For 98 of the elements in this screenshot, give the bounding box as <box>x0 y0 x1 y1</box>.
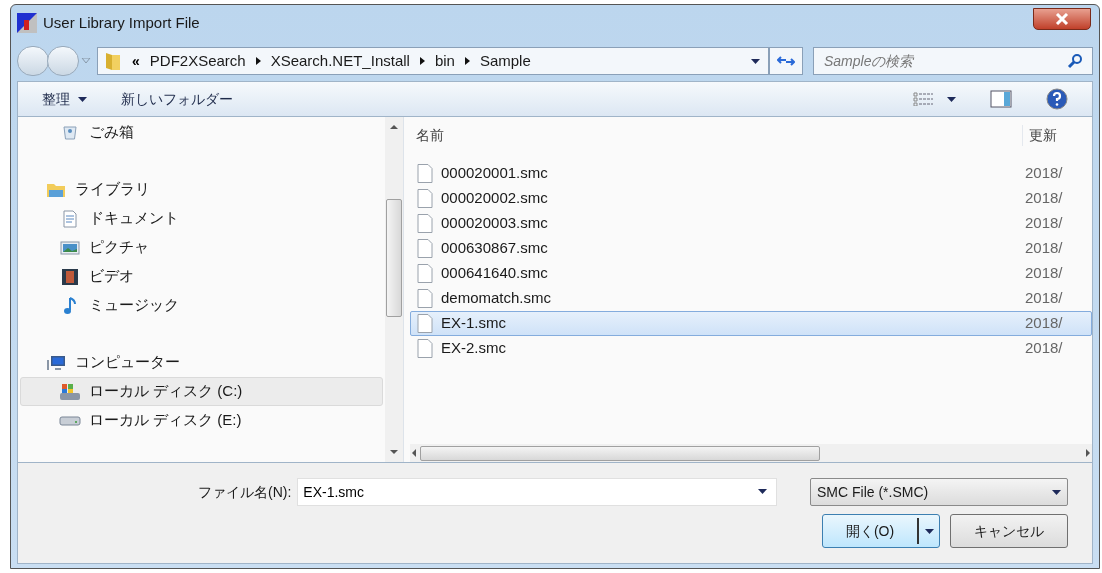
file-name: demomatch.smc <box>441 288 553 309</box>
forward-button[interactable] <box>47 46 79 76</box>
music-note-icon <box>63 296 77 315</box>
column-header[interactable]: 名前 <box>410 124 1022 146</box>
scroll-down-icon <box>390 450 398 454</box>
film-icon <box>61 267 79 286</box>
file-icon <box>417 239 433 258</box>
back-button[interactable] <box>17 46 49 76</box>
computer-icon <box>46 354 66 371</box>
sidebar-item[interactable]: ごみ箱 <box>20 118 383 147</box>
help-icon[interactable] <box>1046 88 1068 110</box>
sidebar-item[interactable]: ライブラリ <box>20 175 383 204</box>
file-date: 2018/ <box>1025 238 1063 259</box>
file-row[interactable]: 000020003.smc 2018/ <box>410 211 1092 236</box>
file-name-field[interactable]: EX-1.smc <box>297 478 778 506</box>
sidebar-item[interactable]: ビデオ <box>20 262 383 291</box>
cancel-button[interactable]: キャンセル <box>950 514 1068 548</box>
drive-icon <box>59 382 81 401</box>
folder-icon <box>104 51 122 71</box>
horizontal-scrollbar[interactable] <box>410 444 1092 462</box>
file-date: 2018/ <box>1025 288 1063 309</box>
file-name: 000020003.smc <box>441 213 549 234</box>
chevron-icon <box>464 57 470 65</box>
caret-icon <box>947 96 956 102</box>
file-icon <box>417 214 433 233</box>
file-row[interactable]: EX-2.smc 2018/ <box>410 336 1092 361</box>
caret-icon <box>78 96 87 102</box>
file-icon <box>417 164 433 183</box>
file-date: 2018/ <box>1025 263 1063 284</box>
details-view-icon <box>913 92 933 106</box>
file-icon <box>417 189 433 208</box>
file-row[interactable]: 000641640.smc 2018/ <box>410 261 1092 286</box>
column-header[interactable]: 更新 <box>1022 124 1057 146</box>
file-date: 2018/ <box>1025 163 1063 184</box>
file-type-dropdown[interactable]: SMC File (*.SMC) <box>810 478 1068 506</box>
file-icon <box>417 339 433 358</box>
file-date: 2018/ <box>1025 188 1063 209</box>
scrollbar-thumb[interactable] <box>420 445 820 461</box>
file-name: 000020002.smc <box>441 188 549 209</box>
file-name: EX-1.smc <box>441 313 507 334</box>
caret-icon <box>758 489 768 494</box>
chevron-icon <box>419 57 425 65</box>
caret-icon <box>1052 489 1061 495</box>
search-icon <box>1067 53 1083 69</box>
caret-icon <box>751 58 760 64</box>
scroll-left-icon <box>412 449 416 457</box>
sidebar-item[interactable]: ミュージック <box>20 291 383 320</box>
folder-icon <box>46 181 66 198</box>
sidebar-item[interactable]: ドキュメント <box>20 204 383 233</box>
drive-icon <box>59 415 81 426</box>
sidebar-item[interactable]: コンピューター <box>20 348 383 377</box>
file-icon <box>417 264 433 283</box>
picture-icon <box>60 239 80 256</box>
sidebar-item[interactable]: ローカル ディスク (E:) <box>20 406 383 435</box>
scroll-up-icon <box>390 125 398 129</box>
preview-pane-icon[interactable] <box>990 90 1012 108</box>
file-row[interactable]: 000630867.smc 2018/ <box>410 236 1092 261</box>
trash-icon <box>62 124 78 141</box>
open-split-button[interactable]: 開く(O) <box>822 514 940 548</box>
breadcrumb[interactable]: bin <box>434 49 455 73</box>
file-row[interactable]: 000020002.smc 2018/ <box>410 186 1092 211</box>
organize-menu[interactable]: 整理 <box>42 88 87 110</box>
vertical-scrollbar[interactable] <box>385 117 403 462</box>
chevron-icon <box>255 57 261 65</box>
sidebar-item[interactable]: ローカル ディスク (C:) <box>20 377 383 406</box>
file-name-label: ファイル名(N): <box>198 482 292 502</box>
file-icon <box>417 289 433 308</box>
file-row[interactable]: demomatch.smc 2018/ <box>410 286 1092 311</box>
view-menu[interactable] <box>913 92 956 106</box>
file-icon <box>417 314 433 333</box>
breadcrumb[interactable]: PDF2XSearch <box>149 49 246 73</box>
search-field[interactable]: Sampleの検索 <box>813 47 1093 75</box>
file-row[interactable]: 000020001.smc 2018/ <box>410 161 1092 186</box>
address-bar[interactable]: « PDF2XSearch XSearch.NET_Install bin Sample <box>97 47 769 75</box>
close-button[interactable] <box>1033 8 1091 30</box>
file-date: 2018/ <box>1025 313 1063 334</box>
breadcrumb[interactable]: XSearch.NET_Install <box>270 49 410 73</box>
scrollbar-thumb[interactable] <box>386 199 402 317</box>
app-icon <box>17 13 37 33</box>
scroll-right-icon <box>1086 449 1090 457</box>
file-name: 000630867.smc <box>441 238 549 259</box>
file-date: 2018/ <box>1025 213 1063 234</box>
caret-icon[interactable] <box>81 58 91 64</box>
document-icon <box>62 209 78 228</box>
breadcrumb[interactable]: Sample <box>479 49 531 73</box>
file-name: 000641640.smc <box>441 263 549 284</box>
refresh-button[interactable] <box>769 47 803 75</box>
file-name: EX-2.smc <box>441 338 507 359</box>
close-icon <box>1055 13 1069 25</box>
file-date: 2018/ <box>1025 338 1063 359</box>
new-folder-button[interactable]: 新しいフォルダー <box>121 88 233 110</box>
refresh-icon <box>777 55 795 67</box>
breadcrumb-overflow[interactable]: « <box>132 50 140 72</box>
window-title: User Library Import File <box>43 12 200 33</box>
sidebar-item[interactable]: ピクチャ <box>20 233 383 262</box>
caret-icon <box>924 528 934 534</box>
file-name: 000020001.smc <box>441 163 549 184</box>
file-row[interactable]: EX-1.smc 2018/ <box>410 311 1092 336</box>
